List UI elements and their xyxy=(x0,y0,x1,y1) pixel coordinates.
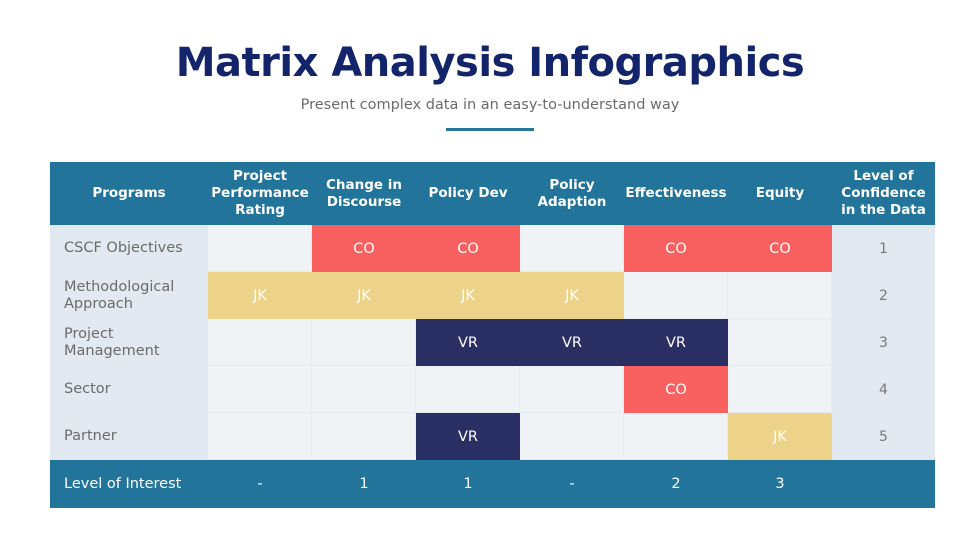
matrix-cell-co: CO xyxy=(624,225,728,272)
confidence-value: 1 xyxy=(832,225,935,272)
matrix-cell-jk: JK xyxy=(208,272,312,319)
column-header: Change in Discourse xyxy=(312,162,416,225)
matrix-cell-co: CO xyxy=(728,225,832,272)
matrix-cell-empty xyxy=(208,413,312,460)
row-label: Sector xyxy=(50,366,208,413)
interest-value: - xyxy=(520,460,624,508)
row-label: Methodological Approach xyxy=(50,272,208,319)
column-header: Equity xyxy=(728,162,832,225)
matrix-cell-empty xyxy=(416,366,520,413)
page-subtitle: Present complex data in an easy-to-under… xyxy=(300,97,680,113)
row-label: Project Management xyxy=(50,319,208,366)
column-header: Level of Confidence in the Data xyxy=(832,162,935,225)
matrix-cell-empty xyxy=(208,366,312,413)
matrix-cell-vr: VR xyxy=(416,413,520,460)
interest-value: - xyxy=(208,460,312,508)
matrix-cell-empty xyxy=(624,413,728,460)
matrix-cell-empty xyxy=(208,225,312,272)
matrix-cell-vr: VR xyxy=(520,319,624,366)
matrix-cell-empty xyxy=(520,366,624,413)
matrix-cell-jk: JK xyxy=(728,413,832,460)
matrix-cell-empty xyxy=(312,319,416,366)
page-title: Matrix Analysis Infographics xyxy=(175,40,805,86)
footer-confidence xyxy=(832,460,935,508)
matrix-cell-jk: JK xyxy=(520,272,624,319)
matrix-cell-empty xyxy=(312,413,416,460)
matrix-cell-jk: JK xyxy=(416,272,520,319)
matrix-cell-empty xyxy=(728,319,832,366)
column-header: Programs xyxy=(50,162,208,225)
column-header: Policy Dev xyxy=(416,162,520,225)
column-header: Effectiveness xyxy=(624,162,728,225)
matrix-cell-co: CO xyxy=(624,366,728,413)
column-header: Project Performance Rating xyxy=(208,162,312,225)
column-header: Policy Adaption xyxy=(520,162,624,225)
matrix-cell-co: CO xyxy=(416,225,520,272)
confidence-value: 2 xyxy=(832,272,935,319)
interest-value: 2 xyxy=(624,460,728,508)
matrix-cell-empty xyxy=(520,413,624,460)
matrix-cell-empty xyxy=(728,272,832,319)
title-divider xyxy=(446,128,534,131)
matrix-cell-vr: VR xyxy=(624,319,728,366)
matrix-cell-empty xyxy=(208,319,312,366)
confidence-value: 5 xyxy=(832,413,935,460)
matrix-table: Programs Project Performance Rating Change… xyxy=(50,162,935,508)
matrix-cell-empty xyxy=(312,366,416,413)
matrix-cell-vr: VR xyxy=(416,319,520,366)
matrix-cell-jk: JK xyxy=(312,272,416,319)
matrix-cell-empty xyxy=(520,225,624,272)
confidence-value: 4 xyxy=(832,366,935,413)
matrix-cell-co: CO xyxy=(312,225,416,272)
confidence-value: 3 xyxy=(832,319,935,366)
matrix-cell-empty xyxy=(624,272,728,319)
row-label: CSCF Objectives xyxy=(50,225,208,272)
footer-label: Level of Interest xyxy=(50,460,208,508)
interest-value: 3 xyxy=(728,460,832,508)
interest-value: 1 xyxy=(312,460,416,508)
interest-value: 1 xyxy=(416,460,520,508)
matrix-cell-empty xyxy=(728,366,832,413)
row-label: Partner xyxy=(50,413,208,460)
